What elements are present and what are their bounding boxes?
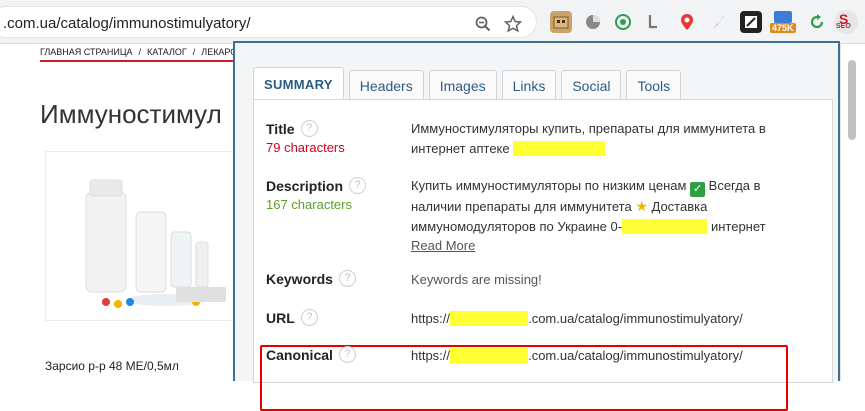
ext-seo-label: SEO [836, 23, 851, 30]
ext-feather-icon[interactable] [708, 11, 730, 33]
help-icon[interactable]: ? [338, 270, 356, 287]
help-icon[interactable]: ? [338, 346, 356, 363]
help-icon[interactable]: ? [349, 177, 367, 194]
product-card[interactable] [45, 151, 245, 321]
tab-headers[interactable]: Headers [348, 70, 424, 100]
breadcrumb-home[interactable]: ГЛАВНАЯ СТРАНИЦА [40, 47, 133, 57]
canonical-prefix: https:// [411, 348, 451, 363]
description-text-1: Купить иммуностимуляторы по низким ценам [411, 178, 691, 193]
tab-images[interactable]: Images [428, 70, 497, 100]
title-label: Title ? [266, 120, 345, 137]
keywords-row: Keywords ? [266, 270, 356, 287]
breadcrumb-separator: / [138, 47, 142, 57]
breadcrumb: ГЛАВНАЯ СТРАНИЦА / КАТАЛОГ / ЛЕКАРО [40, 47, 243, 57]
url-row: URL ? [266, 309, 318, 326]
keywords-value: Keywords are missing! [411, 270, 811, 290]
url-label: URL ? [266, 309, 318, 326]
ext-disk-icon[interactable] [582, 11, 604, 33]
breadcrumb-underline [40, 60, 240, 62]
page-title: Иммуностимул [40, 99, 222, 129]
seo-extension-popup: SUMMARY Headers Images Links Social Tool… [233, 41, 840, 411]
description-value: Купить иммуностимуляторы по низким ценам… [411, 176, 811, 256]
ext-counter-badge[interactable]: 475K [770, 11, 796, 33]
keywords-missing-text: Keywords are missing! [411, 272, 542, 287]
ext-square-icon[interactable] [740, 11, 762, 33]
title-label-text: Title [266, 120, 295, 137]
bookmark-star-icon[interactable] [503, 14, 523, 34]
ext-pin-icon[interactable] [676, 11, 698, 33]
popup-tabs: SUMMARY Headers Images Links Social Tool… [253, 67, 686, 100]
breadcrumb-separator: / [192, 47, 196, 57]
help-icon[interactable]: ? [300, 120, 318, 137]
url-label-text: URL [266, 309, 295, 326]
scrollbar-thumb[interactable] [848, 60, 856, 140]
description-char-count: 167 characters [266, 197, 352, 212]
breadcrumb-medicines[interactable]: ЛЕКАРО [201, 47, 237, 57]
description-redacted: 800-000-00-00 [622, 218, 708, 234]
zoom-icon[interactable] [473, 14, 493, 34]
tab-tools[interactable]: Tools [626, 70, 682, 100]
address-bar-url[interactable]: .com.ua/catalog/immunostimulyatory/ [3, 15, 251, 32]
keywords-label-text: Keywords [266, 270, 333, 287]
canonical-value[interactable]: https://online-apteka.com.ua/catalog/imm… [411, 346, 811, 366]
description-label-text: Description [266, 177, 344, 194]
browser-toolbar: .com.ua/catalog/immunostimulyatory/ 475K… [0, 0, 865, 44]
canonical-label: Canonical ? [266, 346, 356, 363]
url-redacted: online-apteka [450, 311, 529, 326]
url-prefix: https:// [411, 311, 451, 326]
tab-summary[interactable]: SUMMARY [253, 67, 344, 100]
canonical-label-text: Canonical [266, 346, 333, 363]
url-value[interactable]: https://online-apteka.com.ua/catalog/imm… [411, 309, 811, 329]
ext-box-icon[interactable] [550, 11, 572, 33]
product-name[interactable]: Зарсио р-р 48 МЕ/0,5мл [45, 359, 179, 373]
canonical-redacted: online-apteka [450, 348, 529, 363]
title-row: Title ? 79 characters [266, 120, 345, 155]
title-value: Иммуностимуляторы купить, препараты для … [411, 119, 811, 158]
ext-target-icon[interactable] [612, 11, 634, 33]
canonical-suffix: .com.ua/catalog/immunostimulyatory/ [528, 348, 743, 363]
title-char-count: 79 characters [266, 140, 345, 155]
summary-panel: Title ? 79 characters Иммуностимуляторы … [253, 99, 833, 411]
description-label: Description ? [266, 177, 367, 194]
description-text-4: интернет [707, 218, 766, 234]
product-image [85, 179, 226, 308]
tab-social[interactable]: Social [561, 70, 622, 100]
ext-l-icon[interactable] [642, 11, 664, 33]
title-redacted: Онлайн-аптека [513, 140, 605, 156]
read-more-link[interactable]: Read More [411, 238, 475, 253]
ext-seo-icon[interactable]: S SEO [834, 10, 858, 34]
ext-refresh-icon[interactable] [806, 11, 828, 33]
check-mark-icon: ✓ [690, 182, 706, 197]
canonical-row: Canonical ? [266, 346, 356, 363]
description-row: Description ? 167 characters [266, 177, 367, 212]
keywords-label: Keywords ? [266, 270, 356, 287]
tab-links[interactable]: Links [501, 70, 557, 100]
url-suffix: .com.ua/catalog/immunostimulyatory/ [528, 311, 743, 326]
ext-badge-count: 475K [770, 23, 796, 33]
star-icon: ★ [635, 198, 648, 214]
address-bar[interactable]: .com.ua/catalog/immunostimulyatory/ [0, 6, 537, 38]
breadcrumb-catalog[interactable]: КАТАЛОГ [147, 47, 187, 57]
help-icon[interactable]: ? [300, 309, 318, 326]
